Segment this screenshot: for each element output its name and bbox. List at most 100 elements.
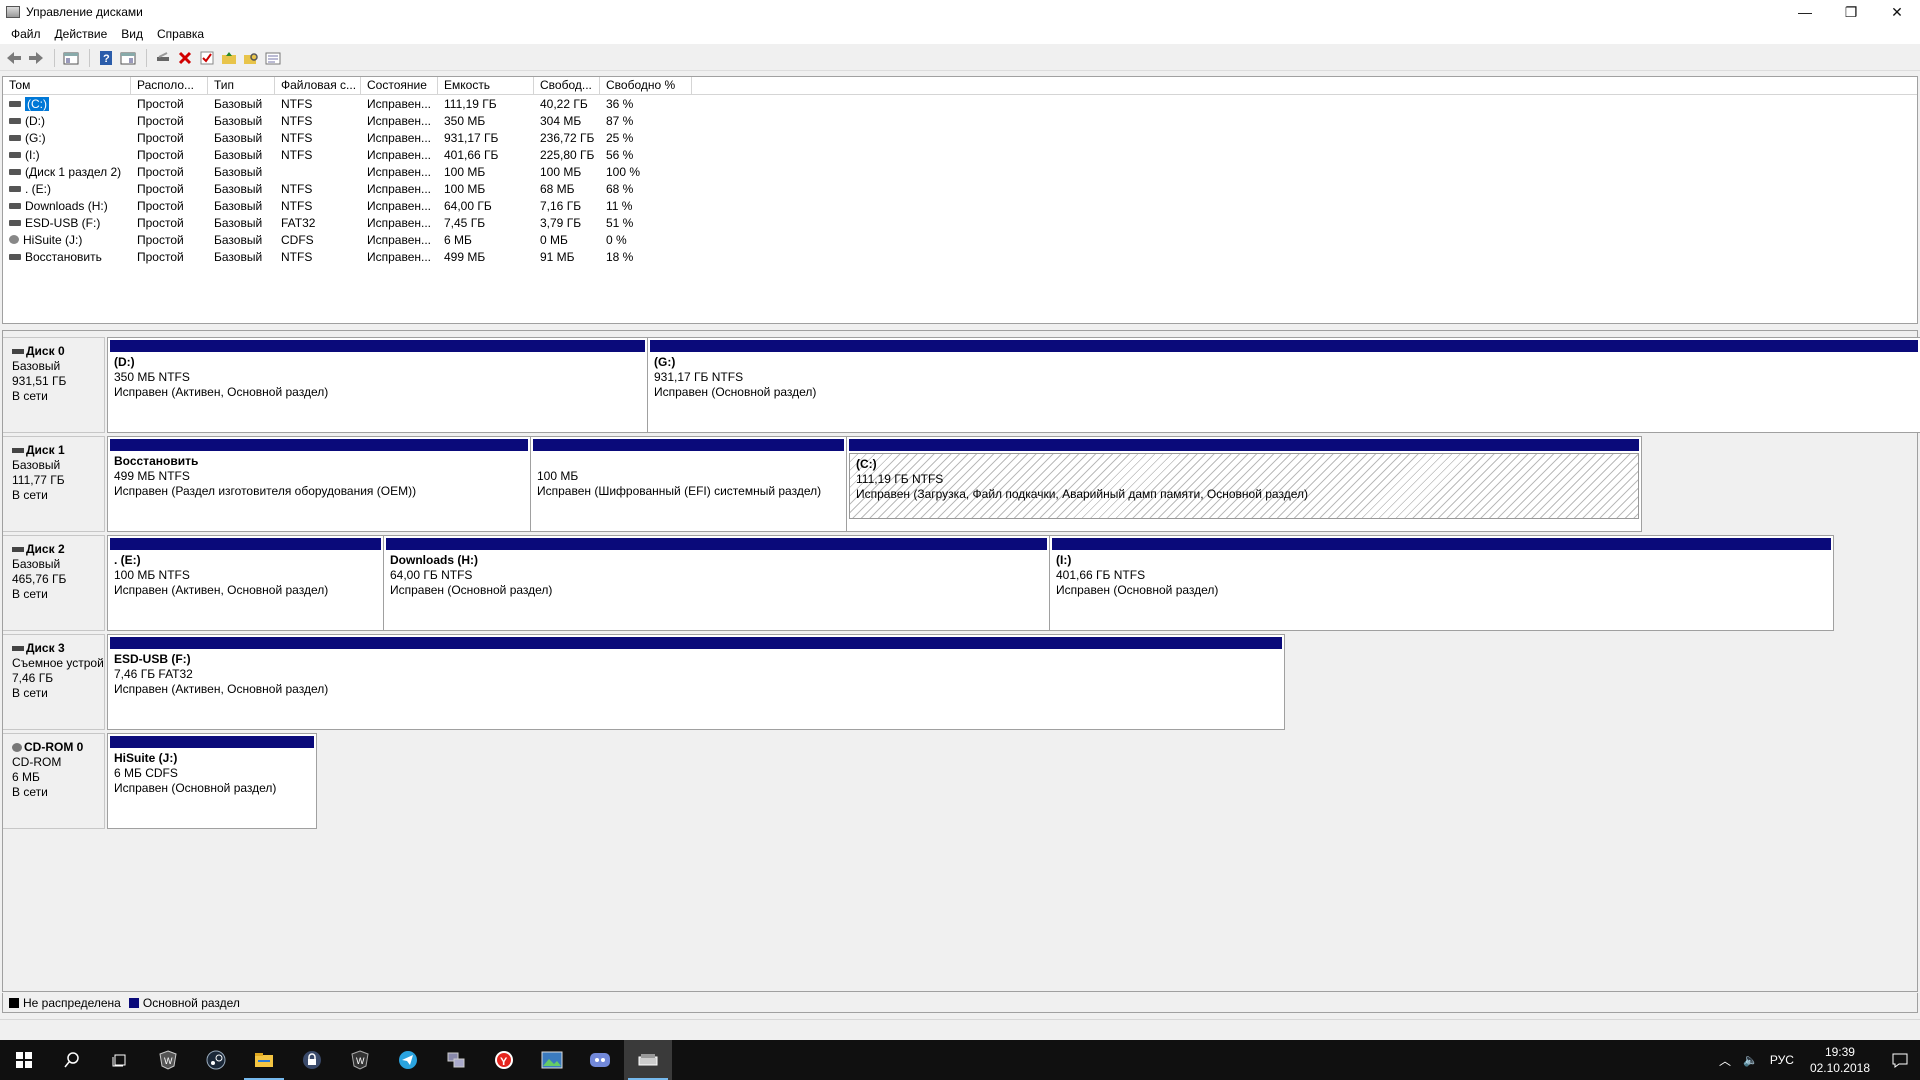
partition-size: 401,66 ГБ NTFS bbox=[1056, 568, 1146, 582]
column-header-volume[interactable]: Том bbox=[3, 77, 131, 94]
check-icon[interactable] bbox=[197, 48, 217, 68]
image-viewer-icon[interactable] bbox=[528, 1040, 576, 1080]
disk-kind: Съемное устрой bbox=[12, 656, 104, 670]
folder-up-icon[interactable] bbox=[219, 48, 239, 68]
partition[interactable]: (I:) 401,66 ГБ NTFS Исправен (Основной раз… bbox=[1050, 536, 1833, 630]
search-icon[interactable] bbox=[48, 1040, 96, 1080]
volume-row[interactable]: ESD-USB (F:) Простой Базовый FAT32 Исправен.… bbox=[3, 214, 1917, 231]
chevron-up-icon[interactable]: ︿ bbox=[1713, 1052, 1737, 1069]
column-header-free[interactable]: Свобод... bbox=[534, 77, 600, 94]
volume-list-header: Том Располо... Тип Файловая с... Состоян… bbox=[3, 77, 1917, 95]
yandex-browser-icon[interactable]: Y bbox=[480, 1040, 528, 1080]
volume-layout-cell: Простой bbox=[137, 215, 184, 230]
partition[interactable]: ESD-USB (F:) 7,46 ГБ FAT32 Исправен (Актив… bbox=[108, 635, 1284, 729]
volume-type-cell: Базовый bbox=[214, 215, 263, 230]
volume-row[interactable]: (I:) Простой Базовый NTFS Исправен... 401,66 … bbox=[3, 146, 1917, 163]
legend: Не распределена Основной раздел bbox=[2, 993, 1918, 1013]
column-header-type[interactable]: Тип bbox=[208, 77, 275, 94]
menu-help[interactable]: Справка bbox=[150, 27, 211, 41]
forward-icon[interactable] bbox=[26, 48, 46, 68]
partition[interactable]: Downloads (H:) 64,00 ГБ NTFS Исправен (Осн… bbox=[384, 536, 1050, 630]
volume-row[interactable]: Восстановить Простой Базовый NTFS Исправен..… bbox=[3, 248, 1917, 265]
task-view-icon[interactable] bbox=[96, 1040, 144, 1080]
volume-capacity-cell: 401,66 ГБ bbox=[444, 147, 499, 162]
partition-body: (C:) 111,19 ГБ NTFS Исправен (Загрузка, Фа… bbox=[849, 453, 1639, 519]
minimize-button[interactable]: — bbox=[1782, 0, 1828, 24]
search-folder-icon[interactable] bbox=[241, 48, 261, 68]
disk-name: CD-ROM 0 bbox=[24, 740, 84, 754]
partition[interactable]: (G:) 931,17 ГБ NTFS Исправен (Основной раз… bbox=[648, 338, 1920, 432]
connect-disk-icon[interactable] bbox=[153, 48, 173, 68]
file-explorer-icon[interactable] bbox=[240, 1040, 288, 1080]
discord-icon[interactable] bbox=[576, 1040, 624, 1080]
partition[interactable]: (D:) 350 МБ NTFS Исправен (Активен, Основн… bbox=[108, 338, 648, 432]
column-header-capacity[interactable]: Емкость bbox=[438, 77, 534, 94]
delete-icon[interactable] bbox=[175, 48, 195, 68]
partition[interactable]: (C:) 111,19 ГБ NTFS Исправен (Загрузка, Фа… bbox=[847, 437, 1641, 531]
volume-name: (Диск 1 раздел 2) bbox=[25, 164, 122, 179]
volume-row[interactable]: . (E:) Простой Базовый NTFS Исправен... 100 М… bbox=[3, 180, 1917, 197]
partition-status: Исправен (Основной раздел) bbox=[654, 385, 817, 399]
partition-size: 7,46 ГБ FAT32 bbox=[114, 667, 193, 681]
drive-icon bbox=[9, 168, 21, 175]
close-button[interactable]: ✕ bbox=[1874, 0, 1920, 24]
start-icon[interactable] bbox=[0, 1040, 48, 1080]
lock-app-icon[interactable] bbox=[288, 1040, 336, 1080]
volume-status-cell: Исправен... bbox=[367, 181, 432, 196]
menu-view[interactable]: Вид bbox=[114, 27, 150, 41]
volume-row[interactable]: HiSuite (J:) Простой Базовый CDFS Исправен..… bbox=[3, 231, 1917, 248]
speaker-icon[interactable]: 🔈 bbox=[1737, 1053, 1764, 1067]
volume-free-cell: 100 МБ bbox=[540, 164, 582, 179]
partition[interactable]: . (E:) 100 МБ NTFS Исправен (Активен, Осно… bbox=[108, 536, 384, 630]
disk-state: В сети bbox=[12, 686, 48, 700]
menu-file[interactable]: Файл bbox=[4, 27, 48, 41]
disk-state: В сети bbox=[12, 389, 48, 403]
drive-icon bbox=[9, 100, 21, 107]
telegram-icon[interactable] bbox=[384, 1040, 432, 1080]
volume-capacity-cell: 111,19 ГБ bbox=[444, 96, 497, 111]
volume-row[interactable]: (Диск 1 раздел 2) Простой Базовый Исправен.… bbox=[3, 163, 1917, 180]
volume-row[interactable]: (C:) Простой Базовый NTFS Исправен... 111,19 … bbox=[3, 95, 1917, 112]
menu-action[interactable]: Действие bbox=[48, 27, 115, 41]
world-of-tanks-icon[interactable]: W bbox=[144, 1040, 192, 1080]
partition-type-bar bbox=[1052, 538, 1831, 550]
disk-management-icon[interactable] bbox=[624, 1040, 672, 1080]
partition[interactable]: HiSuite (J:) 6 МБ CDFS Исправен (Основной … bbox=[108, 734, 316, 828]
disk-label[interactable]: Диск 3 Съемное устрой 7,46 ГБ В сети bbox=[3, 634, 105, 730]
disk-label[interactable]: Диск 0 Базовый 931,51 ГБ В сети bbox=[3, 337, 105, 433]
notification-icon[interactable] bbox=[1880, 1040, 1920, 1080]
volume-row[interactable]: (G:) Простой Базовый NTFS Исправен... 931,17 … bbox=[3, 129, 1917, 146]
volume-row[interactable]: (D:) Простой Базовый NTFS Исправен... 350 МБ 3… bbox=[3, 112, 1917, 129]
volume-name-cell: Восстановить bbox=[3, 250, 131, 264]
help-icon[interactable]: ? bbox=[96, 48, 116, 68]
view-icon[interactable] bbox=[263, 48, 283, 68]
disk-label[interactable]: CD-ROM 0 CD-ROM 6 МБ В сети bbox=[3, 733, 105, 829]
partition[interactable]: Восстановить 499 МБ NTFS Исправен (Раздел … bbox=[108, 437, 531, 531]
disk-label[interactable]: Диск 1 Базовый 111,77 ГБ В сети bbox=[3, 436, 105, 532]
volume-name: (G:) bbox=[25, 130, 46, 145]
disk-icon bbox=[12, 349, 24, 354]
clock[interactable]: 19:39 02.10.2018 bbox=[1800, 1044, 1880, 1076]
volume-type-cell: Базовый bbox=[214, 198, 263, 213]
network-app-icon[interactable] bbox=[432, 1040, 480, 1080]
volume-type-cell: Базовый bbox=[214, 113, 263, 128]
volume-free-percent-cell: 68 % bbox=[606, 181, 634, 196]
column-header-filesystem[interactable]: Файловая с... bbox=[275, 77, 361, 94]
column-header-status[interactable]: Состояние bbox=[361, 77, 438, 94]
column-header-free-percent[interactable]: Свободно % bbox=[600, 77, 692, 94]
restore-button[interactable]: ❐ bbox=[1828, 0, 1874, 24]
volume-rows: (C:) Простой Базовый NTFS Исправен... 111,19 … bbox=[3, 95, 1917, 265]
console-tree-icon[interactable] bbox=[61, 48, 81, 68]
partition-type-bar bbox=[110, 439, 528, 451]
volume-row[interactable]: Downloads (H:) Простой Базовый NTFS Исправен… bbox=[3, 197, 1917, 214]
disk-label[interactable]: Диск 2 Базовый 465,76 ГБ В сети bbox=[3, 535, 105, 631]
column-header-layout[interactable]: Располо... bbox=[131, 77, 208, 94]
steam-icon[interactable] bbox=[192, 1040, 240, 1080]
input-language[interactable]: РУС bbox=[1764, 1053, 1800, 1067]
partition-strip: Восстановить 499 МБ NTFS Исправен (Раздел … bbox=[107, 436, 1642, 532]
properties-icon[interactable] bbox=[118, 48, 138, 68]
partition[interactable]: 100 МБ Исправен (Шифрованный (EFI) систем… bbox=[531, 437, 847, 531]
wot-blitz-icon[interactable]: W bbox=[336, 1040, 384, 1080]
back-icon[interactable] bbox=[4, 48, 24, 68]
partition-type-bar bbox=[110, 538, 381, 550]
